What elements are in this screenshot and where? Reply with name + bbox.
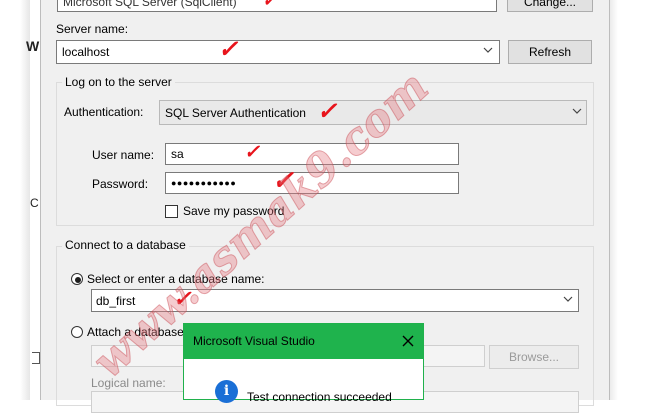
user-name-label: User name: [92,148,155,162]
chevron-down-icon[interactable] [563,294,573,307]
annotation-check-mark: ✓ [262,0,278,11]
background-checkbox-fragment [32,352,40,364]
authentication-value: SQL Server Authentication [165,106,306,120]
save-password-checkbox[interactable] [165,205,178,218]
server-name-label: Server name: [56,22,129,36]
chevron-down-icon[interactable] [483,45,493,58]
background-window-left [20,0,30,400]
background-text-fragment-2: C [30,196,39,210]
logical-name-label: Logical name: [91,376,166,390]
save-password-label: Save my password [183,204,285,218]
password-input[interactable]: ●●●●●●●●●●● [165,172,459,194]
annotation-check-mark: ✓ [173,286,192,312]
message-box: Microsoft Visual Studio i Test connectio… [183,323,424,404]
user-name-input[interactable]: sa [165,143,459,165]
database-name-combobox[interactable]: db_first [91,289,579,312]
authentication-label: Authentication: [64,105,144,119]
background-text-fragment: W [26,38,40,54]
message-text: Test connection succeeded [247,390,392,404]
refresh-button[interactable]: Refresh [508,40,592,64]
close-icon[interactable] [400,333,416,349]
attach-database-label: Attach a database [87,325,184,339]
chevron-down-icon[interactable] [572,106,582,119]
database-name-value: db_first [96,294,136,308]
connect-database-group-title: Connect to a database [62,238,189,252]
browse-button[interactable]: Browse... [489,345,579,369]
change-button[interactable]: Change... [507,0,593,12]
server-name-value: localhost [62,45,110,59]
password-label: Password: [92,177,149,191]
message-box-title: Microsoft Visual Studio [184,324,423,359]
authentication-combobox[interactable]: SQL Server Authentication [159,100,587,125]
server-name-combobox[interactable]: localhost [56,40,500,64]
annotation-check-mark: ✓ [272,166,294,196]
select-database-label: Select or enter a database name: [87,272,265,286]
attach-database-radio[interactable] [71,326,83,338]
annotation-check-mark: ✓ [244,141,260,163]
annotation-check-mark: ✓ [317,96,338,125]
logon-group-title: Log on to the server [62,75,175,89]
select-database-radio[interactable] [71,273,83,285]
annotation-check-mark: ✓ [218,34,239,63]
